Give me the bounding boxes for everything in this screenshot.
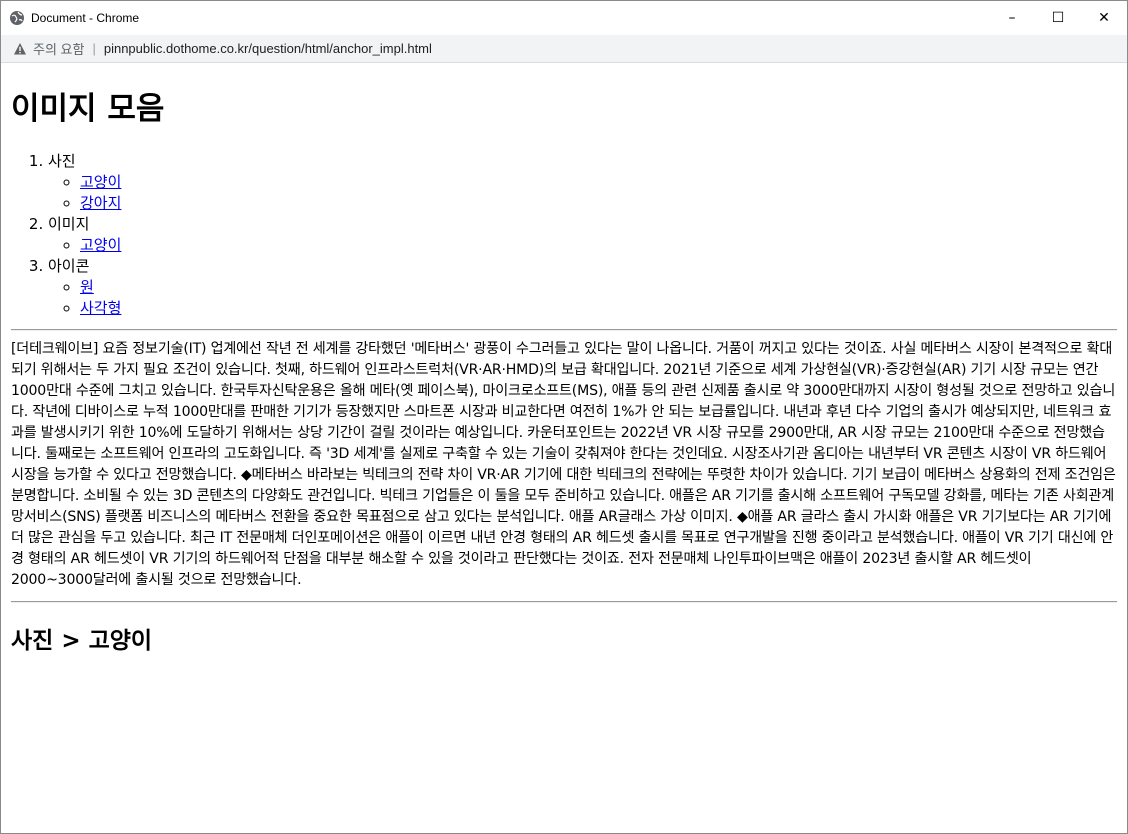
url-text[interactable]: pinnpublic.dothome.co.kr/question/html/a… — [104, 41, 432, 56]
toc-item-photo: 사진 고양이 강아지 — [48, 151, 1117, 214]
link-icon-square[interactable]: 사각형 — [80, 299, 121, 317]
divider — [11, 601, 1117, 603]
maximize-button[interactable]: ☐ — [1035, 1, 1081, 35]
window-controls: – ☐ ✕ — [989, 1, 1127, 35]
minimize-button[interactable]: – — [989, 1, 1035, 35]
toc-item-label: 사진 — [48, 152, 76, 170]
toc-item-label: 아이콘 — [48, 257, 90, 275]
toc-subitem: 원 — [80, 277, 1117, 298]
globe-icon — [9, 10, 25, 26]
table-of-contents: 사진 고양이 강아지 이미지 고양이 아이콘 원 사각형 — [11, 151, 1117, 319]
close-button[interactable]: ✕ — [1081, 1, 1127, 35]
address-bar[interactable]: 주의 요함 | pinnpublic.dothome.co.kr/questio… — [1, 35, 1127, 63]
link-image-cat[interactable]: 고양이 — [80, 236, 121, 254]
link-icon-circle[interactable]: 원 — [80, 278, 94, 296]
toc-sublist: 고양이 강아지 — [48, 172, 1117, 214]
link-photo-cat[interactable]: 고양이 — [80, 173, 121, 191]
link-photo-dog[interactable]: 강아지 — [80, 194, 121, 212]
address-separator: | — [92, 41, 96, 56]
toc-sublist: 고양이 — [48, 235, 1117, 256]
page-title: 이미지 모음 — [11, 91, 165, 127]
article-text: [더테크웨이브] 요즘 정보기술(IT) 업계에선 작년 전 세계를 강타했던 … — [11, 341, 1116, 588]
toc-subitem: 사각형 — [80, 298, 1117, 319]
toc-item-image: 이미지 고양이 — [48, 214, 1117, 256]
toc-subitem: 고양이 — [80, 235, 1117, 256]
window-titlebar: Document - Chrome – ☐ ✕ — [1, 1, 1127, 35]
section-heading: 사진 > 고양이 — [11, 628, 153, 654]
toc-subitem: 강아지 — [80, 193, 1117, 214]
toc-item-icon: 아이콘 원 사각형 — [48, 256, 1117, 319]
security-warning-label[interactable]: 주의 요함 — [33, 39, 84, 58]
toc-subitem: 고양이 — [80, 172, 1117, 193]
divider — [11, 329, 1117, 331]
window-title: Document - Chrome — [31, 11, 140, 25]
page-content: 이미지 모음 사진 고양이 강아지 이미지 고양이 아이콘 원 사각형 [더테크… — [1, 91, 1127, 655]
toc-item-label: 이미지 — [48, 215, 90, 233]
toc-sublist: 원 사각형 — [48, 277, 1117, 319]
warning-icon[interactable] — [13, 42, 27, 56]
